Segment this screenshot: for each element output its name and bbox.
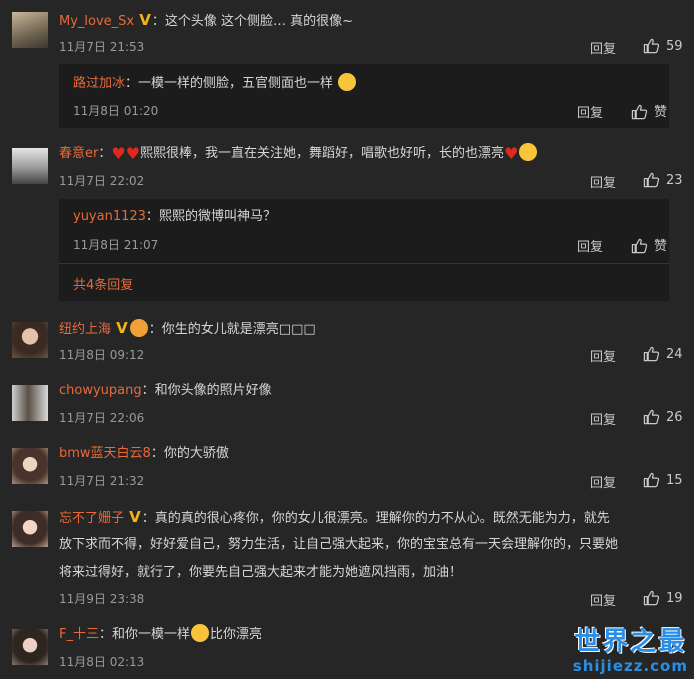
heart-icon: ♥ [125,144,141,163]
like-count: 24 [666,347,683,362]
thumbs-up-icon [643,37,660,54]
comment-text-end: 比你漂亮 [210,627,263,642]
like-button[interactable]: 赞 [631,101,667,120]
verified-badge-icon: V [129,508,141,526]
watermark-logo: 世界之最 shijiezz.com [573,627,688,675]
separator: ： [125,76,139,91]
like-count: 15 [666,473,683,488]
cat-emoji-icon [338,73,357,91]
thumbs-up-icon [631,237,648,254]
like-button[interactable]: 赞 [631,235,667,254]
replier-name[interactable]: yuyan1123 [73,209,146,224]
reply-button[interactable]: 回复 [590,409,616,428]
comment-time: 11月8日 02:13 [59,655,145,669]
commenter-name[interactable]: chowyupang [59,383,142,398]
commenter-name[interactable]: 忘不了姗子 [59,511,124,526]
like-button[interactable]: 59 [643,37,683,54]
heart-icon: ♥ [111,144,126,163]
commenter-name[interactable]: bmw蓝天白云8 [59,446,151,461]
comment-text-line-3: 将来过得好，就行了，你要先自己强大起来才能为她遮风挡雨，加油！ [59,565,463,580]
medal-icon [129,319,148,337]
watermark-title: 世界之最 [574,627,687,657]
comment-time: 11月7日 22:06 [59,411,145,425]
comment-text: 和你一模一样 [112,627,191,642]
separator: ： [151,14,165,29]
more-replies-link[interactable]: 共4条回复 [73,274,133,293]
reply-button[interactable]: 回复 [590,346,616,365]
avatar[interactable] [12,448,48,484]
avatar[interactable] [12,148,48,184]
sub-reply-box: yuyan1123：熙熙的微博叫神马？ 11月8日 21:07 回复 赞 共4条… [59,199,669,301]
like-button[interactable]: 23 [643,171,683,188]
reply-time: 11月8日 21:07 [73,238,159,252]
comment-text-line-2: 放下求而不得，好好爱自己，努力生活，让自己强大起来，你的宝宝总有一天会理解你的，… [59,537,619,552]
commenter-name[interactable]: F_十三 [59,627,99,642]
comment-time: 11月7日 21:53 [59,40,145,54]
verified-badge-icon: V [116,319,128,337]
thumbs-up-icon [643,171,660,188]
like-button[interactable]: 19 [643,589,683,606]
separator: ： [98,146,112,161]
reply-text: 一模一样的侧脸，五官侧面也一样 [138,76,334,91]
thumbs-up-icon [643,471,660,488]
divider [59,263,669,264]
avatar[interactable] [12,629,48,665]
comment-text: 你的大骄傲 [163,446,229,461]
like-count: 26 [666,410,683,425]
separator: ： [141,383,155,398]
reply-button[interactable]: 回复 [577,236,603,255]
like-button[interactable]: 15 [643,471,683,488]
avatar[interactable] [12,322,48,358]
like-label: 赞 [654,105,668,120]
avatar[interactable] [12,385,48,421]
kiss-emoji-icon [191,624,210,642]
scream-emoji-icon [519,143,538,161]
verified-badge-icon: V [139,11,151,29]
commenter-name[interactable]: My_love_Sx [59,14,134,29]
reply-button[interactable]: 回复 [590,172,616,191]
separator: ： [145,209,159,224]
avatar[interactable] [12,12,48,48]
thumbs-up-icon [643,589,660,606]
like-button[interactable]: 24 [643,345,683,362]
like-count: 23 [666,173,683,188]
thumbs-up-icon [631,103,648,120]
avatar[interactable] [12,511,48,547]
reply-button[interactable]: 回复 [590,472,616,491]
comment-text: 熙熙很棒，我一直在关注她，舞蹈好，唱歌也好听，长的也漂亮 [140,146,505,161]
thumbs-up-icon [643,345,660,362]
like-button[interactable]: 26 [643,408,683,425]
replier-name[interactable]: 路过加冰 [73,76,125,91]
comment-time: 11月9日 23:38 [59,592,145,606]
separator: ： [150,446,164,461]
heart-icon: ♥ [504,144,519,163]
reply-button[interactable]: 回复 [577,102,603,121]
reply-button[interactable]: 回复 [590,590,616,609]
comment-text: 这个头像 这个侧脸… 真的很像~ [164,14,354,29]
comment-text: 你生的女儿就是漂亮□□□ [161,322,316,337]
sub-reply-box: 路过加冰：一模一样的侧脸，五官侧面也一样 11月8日 01:20 回复 赞 [59,64,669,128]
comment-time: 11月8日 09:12 [59,348,145,362]
watermark-url: shijiezz.com [572,657,688,675]
reply-button[interactable]: 回复 [590,38,616,57]
like-count: 19 [666,591,683,606]
reply-time: 11月8日 01:20 [73,104,159,118]
like-count: 59 [666,39,683,54]
separator: ： [98,627,112,642]
comment-text: 和你头像的照片好像 [154,383,272,398]
reply-text: 熙熙的微博叫神马？ [158,209,276,224]
thumbs-up-icon [643,408,660,425]
comment-time: 11月7日 22:02 [59,174,145,188]
separator: ： [148,322,162,337]
separator: ： [141,511,155,526]
comment-time: 11月7日 21:32 [59,474,145,488]
commenter-name[interactable]: 纽约上海 [59,322,111,337]
commenter-name[interactable]: 春意er [59,146,98,161]
comment-text-line-1: 真的真的很心疼你，你的女儿很漂亮。理解你的力不从心。既然无能为力，就先 [154,511,610,526]
like-label: 赞 [654,239,668,254]
